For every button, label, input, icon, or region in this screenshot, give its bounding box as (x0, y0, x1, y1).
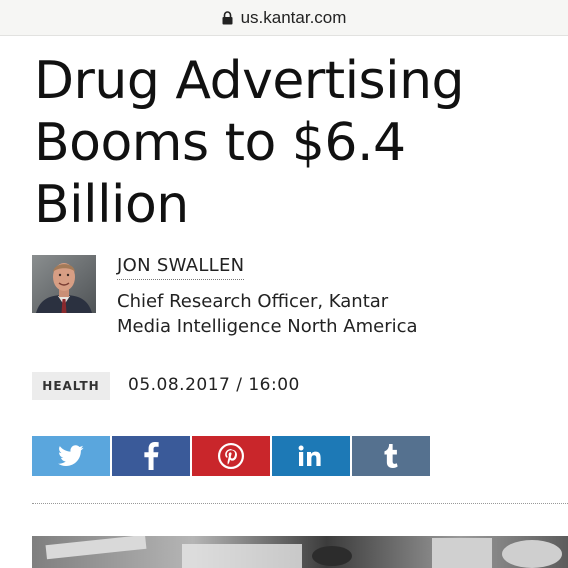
headline-line: Booms to $6.4 (34, 113, 406, 173)
tumblr-icon (384, 444, 398, 468)
url-text: us.kantar.com (240, 7, 347, 27)
share-tumblr-button[interactable] (352, 436, 430, 476)
section-divider (32, 503, 568, 504)
article-headline: Drug Advertising Booms to $6.4 Billion (34, 50, 554, 236)
twitter-icon (58, 445, 84, 466)
category-tag[interactable]: HEALTH (32, 372, 110, 400)
linkedin-icon (298, 445, 321, 466)
headline-line: Drug Advertising (34, 51, 465, 111)
share-pinterest-button[interactable] (192, 436, 270, 476)
author-title-line: Chief Research Officer, Kantar (117, 291, 389, 312)
pinterest-icon (218, 443, 244, 469)
address-bar[interactable]: us.kantar.com (0, 0, 568, 36)
author-title: Chief Research Officer, Kantar Media Int… (117, 289, 547, 339)
headline-line: Billion (34, 175, 189, 235)
article-hero-image (32, 536, 568, 568)
facebook-icon (144, 442, 159, 470)
author-name-link[interactable]: JON SWALLEN (117, 255, 245, 280)
share-linkedin-button[interactable] (272, 436, 350, 476)
share-twitter-button[interactable] (32, 436, 110, 476)
publish-date: 05.08.2017 / 16:00 (128, 375, 300, 395)
author-avatar[interactable] (32, 255, 96, 313)
author-title-line: Media Intelligence North America (117, 316, 418, 337)
lock-icon (222, 10, 233, 24)
share-facebook-button[interactable] (112, 436, 190, 476)
share-bar (32, 436, 432, 476)
